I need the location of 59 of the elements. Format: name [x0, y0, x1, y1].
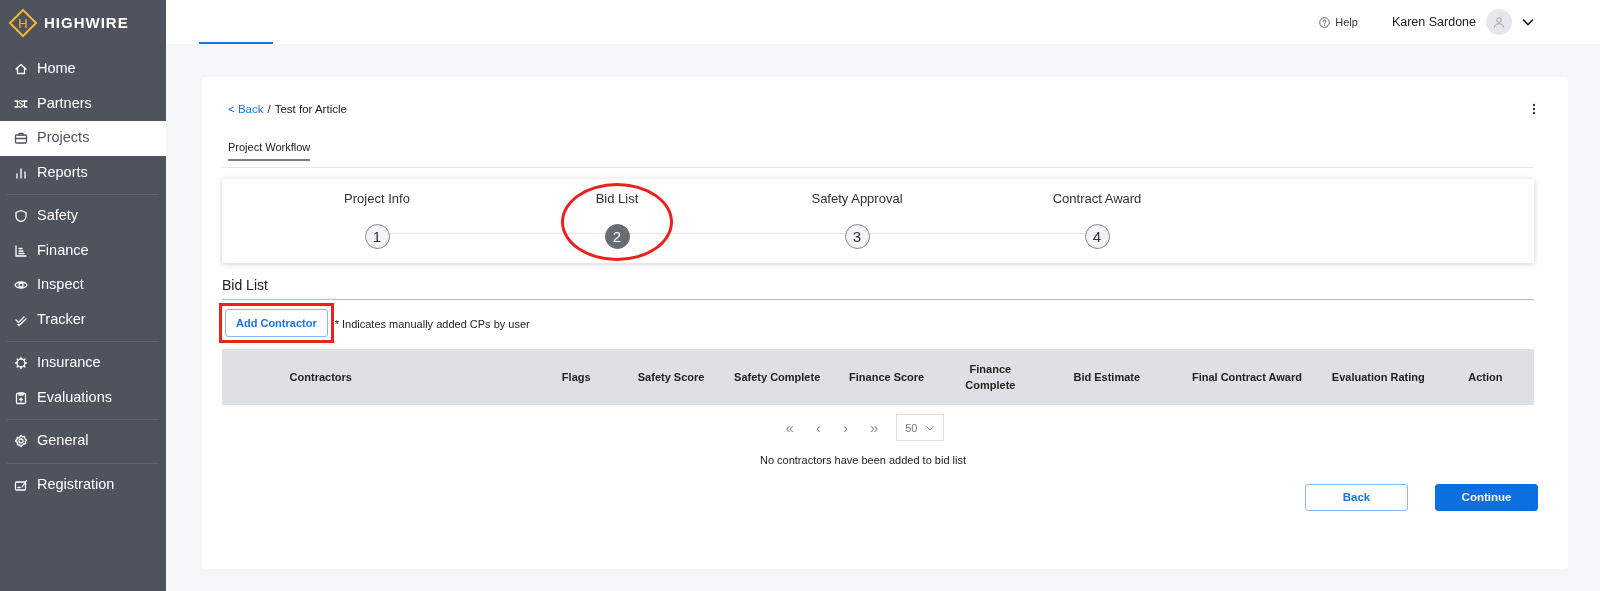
home-icon — [14, 62, 28, 77]
chevron-down-icon — [925, 424, 936, 431]
page-size-value: 50 — [905, 420, 918, 436]
more-options-icon[interactable] — [1532, 103, 1536, 115]
sidebar-item[interactable]: Insurance — [0, 346, 166, 381]
sidebar-item[interactable]: Inspect — [0, 268, 166, 303]
breadcrumb-current: Test for Article — [274, 102, 347, 117]
cog-icon — [14, 356, 28, 371]
user-icon — [1493, 16, 1505, 28]
column-header: Action — [1467, 370, 1504, 385]
step-label: Safety Approval — [811, 189, 903, 208]
add-contractor-button[interactable]: Add Contractor — [225, 308, 328, 338]
sidebar-item[interactable]: Projects — [0, 121, 166, 156]
sidebar-item[interactable]: Home — [0, 52, 166, 87]
step-number[interactable]: 3 — [844, 224, 870, 250]
gear-icon — [14, 434, 28, 449]
sidebar-item[interactable]: Finance — [0, 233, 166, 268]
sidebar-item[interactable]: Partners — [0, 86, 166, 121]
empty-message: No contractors have been added to bid list — [758, 453, 968, 469]
page-size-select[interactable]: 50 — [896, 414, 945, 442]
form-icon — [14, 477, 28, 492]
breadcrumb-separator: / — [267, 102, 271, 117]
column-header: Final Contract Award — [1190, 370, 1303, 385]
shield-icon — [14, 209, 28, 224]
continue-button[interactable]: Continue — [1435, 483, 1538, 511]
chevron-down-icon[interactable] — [1522, 18, 1534, 26]
sidebar-item[interactable]: Evaluations — [0, 380, 166, 415]
logo-icon: H — [8, 8, 38, 38]
workflow-tab[interactable]: Project Workflow — [228, 139, 311, 161]
column-header: Contractors — [288, 370, 353, 385]
step-number[interactable]: 2 — [604, 224, 630, 250]
clipboard-icon — [14, 390, 28, 405]
step-number[interactable]: 1 — [364, 224, 390, 250]
step-number[interactable]: 4 — [1084, 224, 1110, 250]
briefcase-icon — [14, 131, 28, 146]
column-header: Bid Estimate — [1072, 370, 1142, 385]
step-label: Contract Award — [1052, 189, 1142, 208]
column-header: Safety Score — [636, 370, 706, 385]
step-label: Bid List — [595, 189, 639, 208]
column-header: Safety Complete — [733, 370, 822, 385]
help-link[interactable]: Help — [1319, 13, 1358, 31]
back-button[interactable]: Back — [1305, 483, 1408, 511]
sidebar-item[interactable]: Registration — [0, 467, 166, 502]
chart-icon — [14, 243, 28, 258]
column-header: Evaluation Rating — [1330, 370, 1426, 385]
column-header: Finance Complete — [964, 361, 1017, 394]
step-label: Project Info — [344, 189, 410, 208]
sidebar-item[interactable]: General — [0, 424, 166, 459]
sidebar-item[interactable]: Tracker — [0, 302, 166, 337]
note-text: * Indicates manually added CPs by user — [334, 317, 530, 333]
brand-name: HIGHWIRE — [44, 12, 129, 33]
help-icon — [1319, 16, 1331, 28]
column-header: Flags — [560, 370, 592, 385]
column-header: Finance Score — [848, 370, 926, 385]
sidebar-item[interactable]: Safety — [0, 199, 166, 234]
user-name[interactable]: Karen Sardone — [1391, 12, 1476, 32]
sidebar-item[interactable]: Reports — [0, 155, 166, 190]
section-title: Bid List — [222, 274, 1534, 300]
back-link[interactable]: < Back — [228, 101, 264, 119]
